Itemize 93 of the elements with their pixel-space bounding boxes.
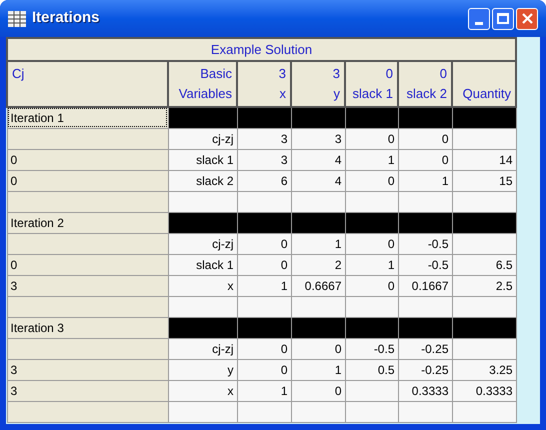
header-bar-cell: [168, 212, 237, 233]
close-icon: [522, 13, 532, 24]
header-bar-cell: [237, 317, 291, 338]
table-cell: 0: [345, 128, 398, 149]
header-bar-cell: [291, 107, 345, 128]
table-cell: 4: [291, 149, 345, 170]
table-cell: 3: [291, 128, 345, 149]
table-cell: -0.25: [398, 338, 452, 359]
header-bar-cell: [168, 107, 237, 128]
header-bar-cell: [291, 212, 345, 233]
table-cell: 14: [452, 149, 516, 170]
header-bar-cell: [398, 107, 452, 128]
header-bar-cell: [291, 317, 345, 338]
table-cell: 6: [237, 170, 291, 191]
header-bar-cell: [345, 317, 398, 338]
maximize-icon: [497, 13, 509, 24]
table-cell: cj-zj: [168, 128, 237, 149]
column-header: Basic Variables: [168, 61, 237, 107]
header-bar-cell: [237, 107, 291, 128]
table-cell: 0: [291, 338, 345, 359]
table-cell: 1: [291, 233, 345, 254]
table-cell: 0: [237, 233, 291, 254]
table-cell: 0: [7, 149, 168, 170]
table-cell: -0.5: [398, 233, 452, 254]
table-cell: 3: [237, 149, 291, 170]
column-header: Cj: [7, 61, 168, 107]
table-cell: 0: [291, 380, 345, 401]
table-cell: cj-zj: [168, 233, 237, 254]
header-bar-cell: [345, 212, 398, 233]
header-bar-cell: [237, 212, 291, 233]
table-cell: 2.5: [452, 275, 516, 296]
table-cell: 2: [291, 254, 345, 275]
table-cell: 6.5: [452, 254, 516, 275]
table-cell: 1: [237, 275, 291, 296]
table-cell: 0: [237, 338, 291, 359]
table-cell: -0.25: [398, 359, 452, 380]
table-cell: 0: [237, 254, 291, 275]
table-cell: 0: [345, 233, 398, 254]
header-bar-cell: [452, 212, 516, 233]
header-bar-cell: [398, 317, 452, 338]
column-header: Quantity: [452, 61, 516, 107]
table-cell: 3: [237, 128, 291, 149]
table-cell: 1: [291, 359, 345, 380]
table-cell: x: [168, 380, 237, 401]
header-bar-cell: [168, 317, 237, 338]
table-cell: 3: [7, 359, 168, 380]
column-header: 0 slack 2: [398, 61, 452, 107]
table-cell: 0.3333: [398, 380, 452, 401]
column-header: 3 y: [291, 61, 345, 107]
header-bar-cell: [452, 317, 516, 338]
table-cell: 1: [345, 149, 398, 170]
table-cell: 0.5: [345, 359, 398, 380]
table-cell: 3.25: [452, 359, 516, 380]
table-cell: 15: [452, 170, 516, 191]
maximize-button[interactable]: [492, 8, 514, 30]
header-bar-cell: [345, 107, 398, 128]
table-cell: x: [168, 275, 237, 296]
table-cell: 1: [345, 254, 398, 275]
grid-icon: [8, 10, 26, 26]
table-cell: 0.1667: [398, 275, 452, 296]
table-cell: -0.5: [398, 254, 452, 275]
column-header: 0 slack 1: [345, 61, 398, 107]
table-cell: 0.3333: [452, 380, 516, 401]
table-cell: 0.6667: [291, 275, 345, 296]
table-cell: cj-zj: [168, 338, 237, 359]
table-cell: 0: [398, 149, 452, 170]
minimize-button[interactable]: [468, 8, 490, 30]
table-cell: 0: [345, 275, 398, 296]
table-cell: slack 2: [168, 170, 237, 191]
table-cell: 0: [7, 254, 168, 275]
close-button[interactable]: [516, 8, 538, 30]
table-cell: -0.5: [345, 338, 398, 359]
minimize-icon: [475, 22, 483, 24]
table-cell: slack 1: [168, 254, 237, 275]
table-cell: slack 1: [168, 149, 237, 170]
table-cell: 0: [237, 359, 291, 380]
table-title: Example Solution: [7, 38, 516, 61]
table-cell: 0: [398, 128, 452, 149]
table-cell: 4: [291, 170, 345, 191]
table-cell: 1: [398, 170, 452, 191]
table-cell: 1: [237, 380, 291, 401]
table-cell: 0: [345, 170, 398, 191]
table-cell: 3: [7, 275, 168, 296]
column-header: 3 x: [237, 61, 291, 107]
table-cell: y: [168, 359, 237, 380]
header-bar-cell: [398, 212, 452, 233]
table-cell: 0: [7, 170, 168, 191]
iteration-label: Iteration 3: [7, 317, 168, 338]
window-title: Iterations: [32, 8, 100, 28]
iteration-label: Iteration 1: [7, 107, 168, 128]
header-bar-cell: [452, 107, 516, 128]
table-cell: 3: [7, 380, 168, 401]
iteration-label: Iteration 2: [7, 212, 168, 233]
